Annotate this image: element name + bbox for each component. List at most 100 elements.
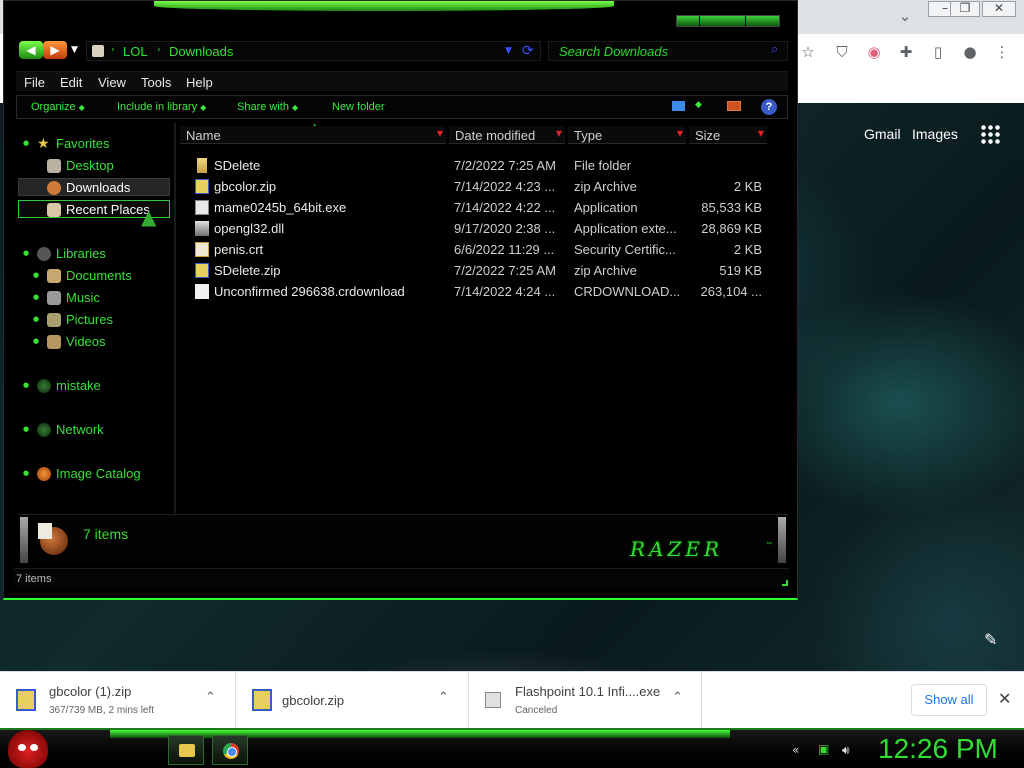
tray-expand-icon[interactable]: « (792, 743, 799, 757)
google-apps-icon[interactable] (980, 124, 1000, 144)
chevron-up-icon[interactable]: ⌃ (205, 690, 216, 705)
browser-menu-icon[interactable]: ⋮ (991, 42, 1013, 64)
back-button[interactable]: ◀ (19, 41, 43, 59)
column-size[interactable]: Size ▼ (689, 126, 767, 144)
download-item[interactable]: Flashpoint 10.1 Infi....exe Canceled ⌃ (469, 672, 702, 729)
item-count: 7 items (83, 526, 129, 542)
menu-edit[interactable]: Edit (60, 75, 82, 90)
file-name: mame0245b_64bit.exe (214, 200, 347, 215)
address-dropdown-icon[interactable]: ▼ (505, 46, 512, 56)
side-panel-icon[interactable]: ▯ (927, 42, 949, 64)
column-name[interactable]: Name ▼ (180, 126, 446, 144)
expand-bullet-icon: ● (33, 337, 40, 345)
view-options-dropdown-icon[interactable]: ◆ (695, 100, 702, 110)
column-filter-icon[interactable]: ▼ (437, 129, 443, 138)
taskbar-clock[interactable]: 12:26 PM (878, 733, 998, 765)
include-in-library-button[interactable]: Include in library ◆ (117, 101, 206, 113)
browser-restore-button[interactable]: ❐ (950, 1, 980, 17)
column-type[interactable]: Type ▼ (568, 126, 686, 144)
breadcrumb-separator-icon: › (111, 45, 115, 55)
profile-avatar-icon[interactable]: ● (959, 42, 981, 64)
expand-bullet-icon: ● (33, 293, 40, 301)
nav-libraries-label: Libraries (56, 246, 106, 261)
tab-search-chevron-icon[interactable]: ⌄ (894, 6, 916, 28)
refresh-icon[interactable]: ⟳ (522, 43, 534, 59)
details-frame-left (20, 517, 28, 563)
expand-bullet-icon: ● (33, 271, 40, 279)
column-filter-icon[interactable]: ▼ (556, 129, 562, 138)
menu-file[interactable]: File (24, 75, 45, 90)
file-row[interactable]: mame0245b_64bit.exe 7/14/2022 4:22 ... A… (178, 198, 778, 218)
file-row[interactable]: Unconfirmed 296638.crdownload 7/14/2022 … (178, 282, 778, 302)
menu-help[interactable]: Help (186, 75, 213, 90)
file-type: zip Archive (574, 179, 637, 194)
expand-bullet-icon: ● (23, 139, 30, 147)
file-row[interactable]: gbcolor.zip 7/14/2022 4:23 ... zip Archi… (178, 177, 778, 197)
search-input[interactable] (549, 42, 769, 60)
chevron-up-icon[interactable]: ⌃ (672, 690, 683, 705)
razer-logo: RAZER (630, 537, 724, 561)
download-item[interactable]: gbcolor.zip ⌃ (236, 672, 469, 729)
forward-button[interactable]: ▶ (43, 41, 67, 59)
dll-icon (195, 221, 209, 236)
folder-icon (179, 744, 195, 757)
dropdown-gem-icon: ◆ (291, 103, 299, 112)
nav-documents-label: Documents (66, 268, 132, 283)
caption-buttons[interactable] (676, 15, 780, 27)
volume-icon[interactable]: 🔊︎ (842, 743, 850, 758)
column-filter-icon[interactable]: ▼ (677, 129, 683, 138)
column-date-label: Date modified (455, 128, 536, 143)
pane-splitter[interactable] (174, 123, 176, 513)
search-icon[interactable]: ⌕ (771, 42, 778, 57)
download-item[interactable]: gbcolor (1).zip 367/739 MB, 2 mins left … (0, 672, 236, 729)
extension-icon[interactable]: ◉ (863, 42, 885, 64)
nav-image-catalog-label: Image Catalog (56, 466, 141, 481)
ublock-extension-icon[interactable]: ⛉ (831, 42, 853, 64)
column-filter-icon[interactable]: ▼ (758, 129, 764, 138)
taskbar-explorer-button[interactable] (168, 735, 204, 765)
preview-pane-icon[interactable] (727, 101, 741, 111)
breadcrumb-downloads[interactable]: Downloads (169, 44, 233, 59)
bookmark-star-icon[interactable]: ☆ (797, 42, 819, 64)
taskbar-chrome-button[interactable] (212, 735, 248, 765)
extensions-puzzle-icon[interactable]: ✚ (895, 42, 917, 64)
chevron-up-icon[interactable]: ⌃ (438, 690, 449, 705)
nav-pictures-label: Pictures (66, 312, 113, 327)
breadcrumb-separator-icon: › (157, 45, 161, 55)
nav-music-label: Music (66, 290, 100, 305)
close-icon[interactable]: ✕ (998, 689, 1011, 708)
window-top-glow (154, 1, 614, 11)
file-name: Unconfirmed 296638.crdownload (214, 284, 405, 299)
column-date-modified[interactable]: Date modified ▼ (449, 126, 565, 144)
new-folder-button[interactable]: New folder (332, 101, 385, 113)
menu-tools[interactable]: Tools (141, 75, 171, 90)
download-shelf: gbcolor (1).zip 367/739 MB, 2 mins left … (0, 671, 1024, 729)
exe-icon (195, 200, 209, 215)
tray-app-icon[interactable]: ▣ (818, 742, 829, 756)
help-icon[interactable]: ? (761, 99, 777, 115)
mouse-cursor-icon: ▲ (141, 205, 157, 229)
file-row[interactable]: SDelete 7/2/2022 7:25 AM File folder (178, 156, 778, 176)
column-type-label: Type (574, 128, 603, 143)
share-with-button[interactable]: Share with ◆ (237, 101, 298, 113)
change-view-icon[interactable] (672, 101, 685, 111)
nav-desktop-label: Desktop (66, 158, 114, 173)
start-button[interactable] (8, 730, 48, 768)
file-row[interactable]: penis.crt 6/6/2022 11:29 ... Security Ce… (178, 240, 778, 260)
file-size: 2 KB (733, 242, 762, 257)
menu-view[interactable]: View (98, 75, 126, 90)
show-all-button[interactable]: Show all (911, 684, 987, 716)
breadcrumb-lol[interactable]: LOL (123, 44, 148, 59)
images-link[interactable]: Images (912, 126, 958, 142)
gmail-link[interactable]: Gmail (864, 126, 901, 142)
zip-file-icon (252, 689, 272, 711)
organize-button[interactable]: Organize ◆ (31, 101, 85, 113)
customize-pen-icon[interactable]: ✎ (984, 630, 997, 649)
file-row[interactable]: SDelete.zip 7/2/2022 7:25 AM zip Archive… (178, 261, 778, 281)
downloads-folder-icon (47, 181, 61, 195)
resize-grip-icon[interactable] (782, 580, 788, 586)
address-bar[interactable]: › LOL › Downloads ▼ ⟳ (86, 41, 541, 61)
recent-pages-dropdown-icon[interactable]: ▼ (71, 45, 78, 55)
browser-close-button[interactable]: ✕ (982, 1, 1016, 17)
file-row[interactable]: opengl32.dll 9/17/2020 2:38 ... Applicat… (178, 219, 778, 239)
